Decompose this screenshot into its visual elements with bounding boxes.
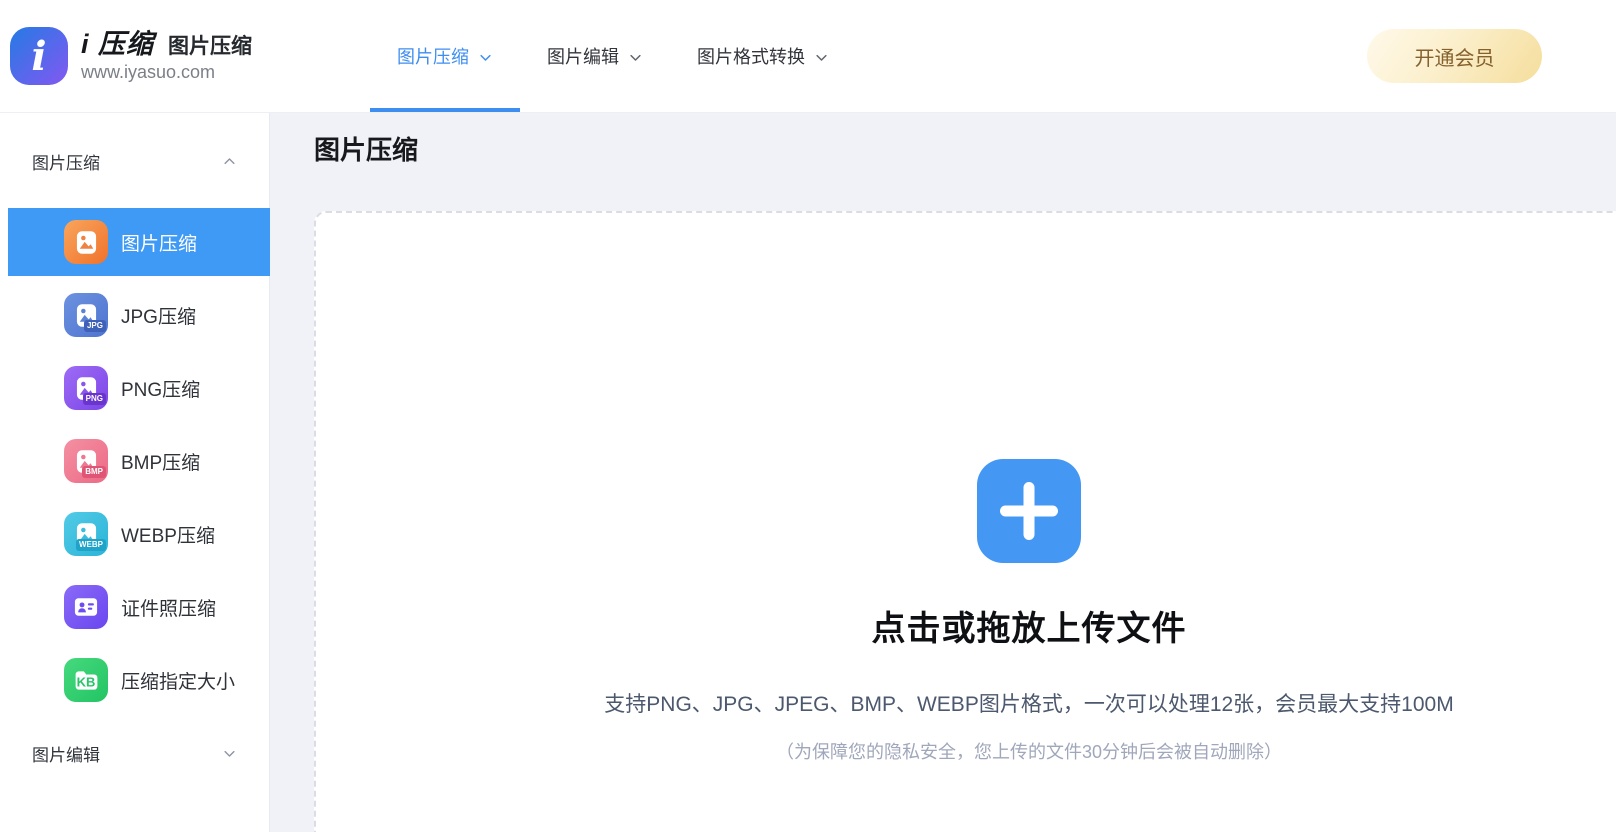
chevron-down-icon	[480, 54, 491, 61]
page-title: 图片压缩	[314, 135, 419, 165]
sidebar-item-id-photo-compress[interactable]: 证件照压缩	[8, 573, 270, 641]
sidebar-item-label: JPG压缩	[121, 306, 196, 328]
site-logo[interactable]: i i 压缩 图片压缩 www.iyasuo.com	[10, 27, 310, 85]
content-area: 图片压缩 图片压缩 JPG JPG压缩 PNG PNG压缩 BMP BMP压缩 …	[0, 113, 1616, 832]
open-membership-button[interactable]: 开通会员	[1367, 29, 1542, 83]
brand-subtitle: 图片压缩	[168, 35, 253, 59]
section-label: 图片编辑	[32, 745, 100, 765]
chevron-down-icon	[630, 54, 641, 61]
nav-tab-format-convert[interactable]: 图片格式转换	[670, 0, 856, 112]
chevron-up-icon	[224, 157, 235, 164]
format-badge: WEBP	[76, 539, 106, 551]
nav-tab-label: 图片压缩	[397, 47, 469, 67]
sidebar-item-label: 压缩指定大小	[121, 671, 236, 693]
main-panel: 图片压缩 点击或拖放上传文件 支持PNG、JPG、JPEG、BMP、WEBP图片…	[270, 113, 1616, 832]
section-label: 图片压缩	[32, 153, 100, 173]
upload-dropzone[interactable]: 点击或拖放上传文件 支持PNG、JPG、JPEG、BMP、WEBP图片格式，一次…	[314, 211, 1616, 832]
png-compress-icon: PNG	[64, 366, 108, 410]
sidebar-item-jpg-compress[interactable]: JPG JPG压缩	[8, 281, 270, 349]
target-size-compress-icon: KB	[64, 658, 108, 702]
webp-compress-icon: WEBP	[64, 512, 108, 556]
sidebar-item-target-size-compress[interactable]: KB 压缩指定大小	[8, 646, 270, 714]
format-badge: PNG	[82, 393, 106, 405]
brand-url: www.iyasuo.com	[81, 62, 216, 83]
sidebar-item-label: 图片压缩	[121, 233, 198, 255]
logo-text: i 压缩 图片压缩 www.iyasuo.com	[81, 29, 252, 83]
nav-tab-label: 图片编辑	[547, 47, 619, 67]
sidebar-section-image-compress[interactable]: 图片压缩	[0, 150, 269, 173]
sidebar-item-png-compress[interactable]: PNG PNG压缩	[8, 354, 270, 422]
brand-logo-icon: i	[10, 27, 68, 85]
sidebar-item-label: PNG压缩	[121, 379, 201, 401]
sidebar-item-label: BMP压缩	[121, 452, 201, 474]
sidebar-section-image-edit[interactable]: 图片编辑	[0, 742, 269, 765]
upload-privacy-text: （为保障您的隐私安全，您上传的文件30分钟后会被自动删除）	[775, 742, 1283, 762]
sidebar-item-bmp-compress[interactable]: BMP BMP压缩	[8, 427, 270, 495]
sidebar: 图片压缩 图片压缩 JPG JPG压缩 PNG PNG压缩 BMP BMP压缩 …	[0, 113, 270, 832]
sidebar-item-label: WEBP压缩	[121, 525, 215, 547]
sidebar-item-list: 图片压缩 JPG JPG压缩 PNG PNG压缩 BMP BMP压缩 WEBP …	[0, 208, 270, 714]
bmp-compress-icon: BMP	[64, 439, 108, 483]
upload-heading: 点击或拖放上传文件	[871, 610, 1187, 648]
brand-title: i 压缩	[81, 29, 155, 60]
jpg-compress-icon: JPG	[64, 293, 108, 337]
nav-tab-label: 图片格式转换	[697, 47, 805, 67]
kb-badge: KB	[76, 674, 96, 690]
main-nav: 图片压缩 图片编辑 图片格式转换	[370, 0, 856, 112]
sidebar-item-label: 证件照压缩	[121, 598, 217, 620]
sidebar-item-webp-compress[interactable]: WEBP WEBP压缩	[8, 500, 270, 568]
nav-tab-image-edit[interactable]: 图片编辑	[520, 0, 670, 112]
upload-inner: 点击或拖放上传文件 支持PNG、JPG、JPEG、BMP、WEBP图片格式，一次…	[316, 213, 1616, 764]
nav-tab-image-compress[interactable]: 图片压缩	[370, 0, 520, 112]
top-header: i i 压缩 图片压缩 www.iyasuo.com 图片压缩 图片编辑 图片格…	[0, 0, 1616, 113]
sidebar-item-image-compress[interactable]: 图片压缩	[8, 208, 270, 276]
id-photo-compress-icon	[64, 585, 108, 629]
chevron-down-icon	[816, 54, 827, 61]
image-compress-icon	[64, 220, 108, 264]
upload-plus-button[interactable]	[977, 459, 1081, 563]
chevron-down-icon	[224, 750, 235, 757]
format-badge: BMP	[82, 466, 106, 478]
format-badge: JPG	[83, 320, 106, 332]
upload-support-text: 支持PNG、JPG、JPEG、BMP、WEBP图片格式，一次可以处理12张，会员…	[604, 693, 1454, 716]
